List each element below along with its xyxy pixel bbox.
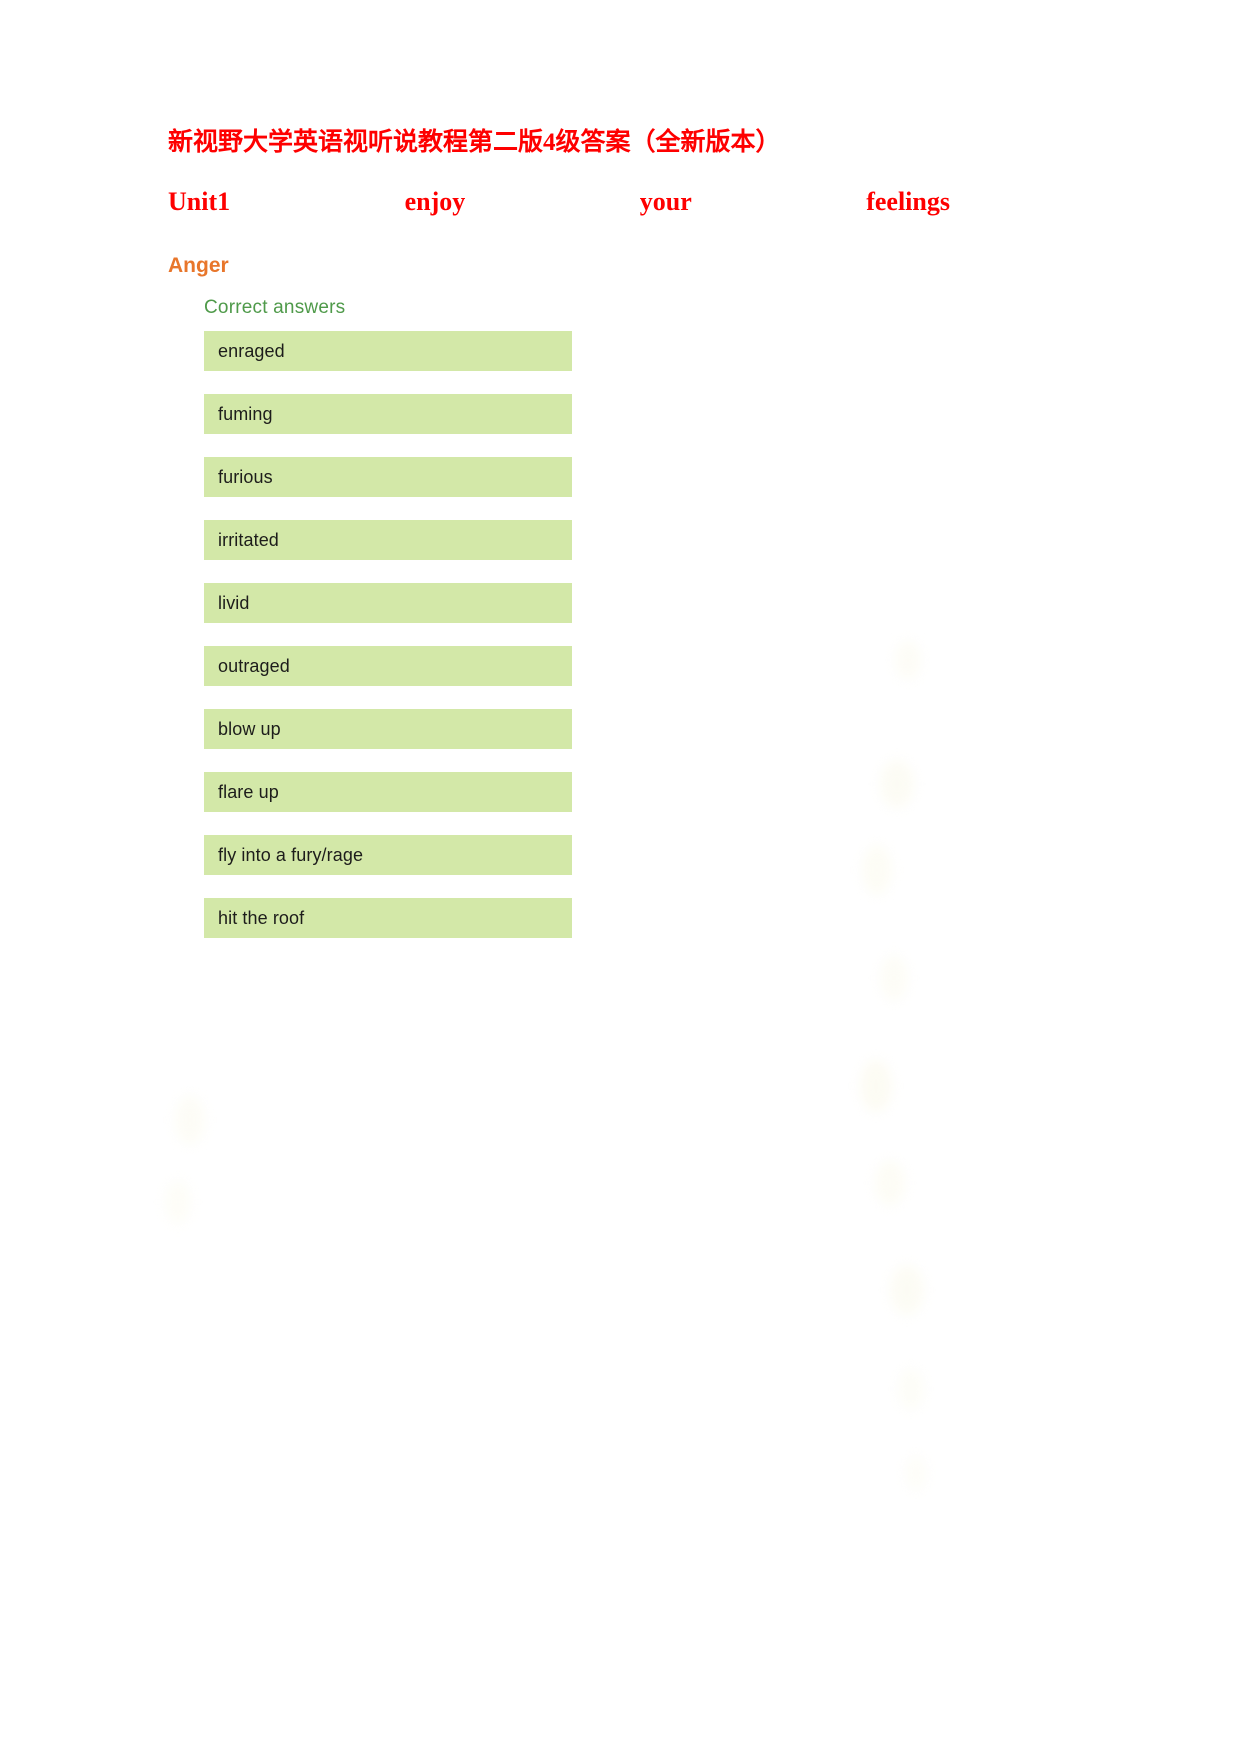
unit-heading-word-your: your [639, 187, 692, 216]
answer-text: fuming [218, 404, 273, 424]
answer-row: fuming [204, 394, 572, 434]
correct-answers-list: enraged fuming furious irritated livid o… [204, 320, 1068, 938]
scan-artifact [905, 1455, 927, 1491]
answer-row: flare up [204, 772, 572, 812]
answer-text: livid [218, 593, 250, 613]
answer-text: irritated [218, 530, 279, 550]
document-title: 新视野大学英语视听说教程第二版4级答案（全新版本） [168, 129, 781, 156]
answer-text: outraged [218, 656, 290, 676]
unit-heading-word-enjoy: enjoy [404, 187, 466, 216]
answer-row: furious [204, 457, 572, 497]
answer-text: hit the roof [218, 908, 305, 928]
document-content: 新视野大学英语视听说教程第二版4级答案（全新版本） Unit1 enjoy yo… [168, 0, 1068, 961]
unit-heading: Unit1 enjoy your feelings [168, 160, 950, 218]
scan-artifact [890, 1265, 924, 1315]
scan-artifact [898, 1368, 924, 1410]
correct-answers-block: Correct answers enraged fuming furious i… [168, 279, 1068, 938]
answer-row: hit the roof [204, 898, 572, 938]
section-heading-anger: Anger [168, 254, 229, 277]
answer-text: blow up [218, 719, 281, 739]
answer-text: furious [218, 467, 273, 487]
scan-artifact [875, 1160, 905, 1206]
answer-row: blow up [204, 709, 572, 749]
unit-heading-word-unit: Unit1 [168, 187, 231, 216]
answer-text: flare up [218, 782, 279, 802]
answer-row: outraged [204, 646, 572, 686]
scan-artifact [165, 1180, 191, 1224]
answer-text: fly into a fury/rage [218, 845, 364, 865]
answer-row: enraged [204, 331, 572, 371]
answer-row: irritated [204, 520, 572, 560]
document-page: 新视野大学英语视听说教程第二版4级答案（全新版本） Unit1 enjoy yo… [0, 0, 1240, 1754]
answer-row: fly into a fury/rage [204, 835, 572, 875]
answer-row: livid [204, 583, 572, 623]
unit-heading-word-feelings: feelings [866, 187, 950, 216]
correct-answers-label: Correct answers [204, 297, 346, 318]
answer-text: enraged [218, 341, 285, 361]
scan-artifact [860, 1060, 892, 1112]
scan-artifact [880, 955, 908, 1001]
scan-artifact [175, 1095, 205, 1145]
